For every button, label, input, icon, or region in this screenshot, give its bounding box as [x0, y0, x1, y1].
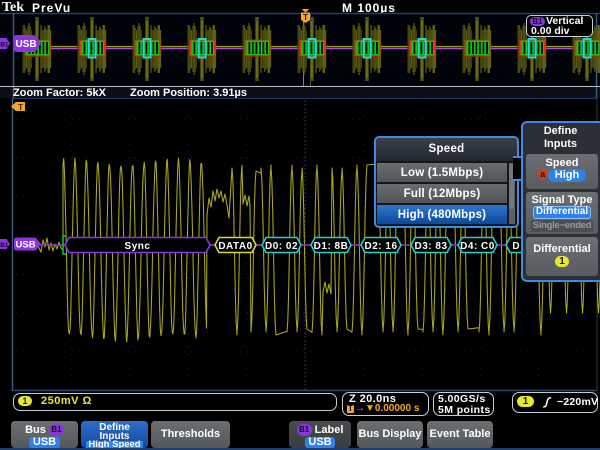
svg-text:D1: 8B: D1: 8B: [314, 241, 349, 252]
svg-text:D: D: [512, 241, 519, 252]
svg-text:D3: 83: D3: 83: [414, 241, 447, 252]
svg-text:Sync: Sync: [125, 241, 151, 252]
svg-text:DATA0: DATA0: [218, 241, 252, 252]
svg-text:T: T: [18, 102, 24, 112]
svg-text:B1: B1: [0, 242, 9, 249]
svg-text:D0: 02: D0: 02: [265, 241, 298, 252]
svg-text:USB: USB: [16, 39, 37, 50]
svg-text:D4: C0: D4: C0: [460, 241, 495, 252]
svg-text:D2: 16: D2: 16: [364, 241, 397, 252]
svg-text:T: T: [303, 13, 308, 22]
svg-text:USB: USB: [16, 240, 36, 251]
svg-text:B1: B1: [0, 41, 9, 48]
